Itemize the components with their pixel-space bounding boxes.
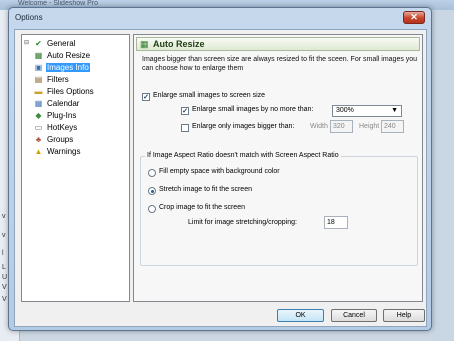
tree-item-label: General <box>47 39 76 48</box>
zoom-limit-value: 300% <box>336 107 354 114</box>
tree-collapse-icon[interactable]: ⊟ <box>24 39 29 46</box>
plug-icon: ◆ <box>35 111 42 120</box>
crop-image-label: Crop image to fit the screen <box>159 204 245 211</box>
background-mark: v <box>2 232 6 239</box>
limit-input[interactable]: 18 <box>324 216 348 229</box>
tree-item-label: Plug-Ins <box>47 111 77 120</box>
tree-item-label: Filters <box>47 75 69 84</box>
tree-item-auto-resize[interactable]: ▦ Auto Resize <box>34 50 91 61</box>
enlarge-only-label: Enlarge only images bigger than: <box>192 123 295 130</box>
auto-resize-pane: ▦ Auto Resize Images bigger than screen … <box>133 34 423 302</box>
tree-item-label: Auto Resize <box>47 51 91 60</box>
background-right-strip <box>432 10 454 341</box>
checkmark-icon: ✔ <box>35 39 42 48</box>
tree-item-label: Warnings <box>47 147 81 156</box>
tree-item-plug-ins[interactable]: ◆ Plug-Ins <box>34 110 77 121</box>
warning-icon: ▲ <box>34 147 43 156</box>
image-info-icon: ▣ <box>34 63 43 72</box>
background-mark: v <box>2 213 6 220</box>
resize-grid-icon: ▦ <box>140 39 149 49</box>
options-dialog: Options ✕ ⊟ ✔ General ▦ Auto Resize ▣ Im… <box>8 7 432 331</box>
resize-grid-icon: ▦ <box>34 51 43 60</box>
tree-item-calendar[interactable]: ▦ Calendar <box>34 98 80 109</box>
background-mark: l <box>2 250 4 257</box>
tree-item-hotkeys[interactable]: ▭ HotKeys <box>34 122 78 133</box>
tree-item-label: Groups <box>47 135 74 144</box>
dialog-body: ⊟ ✔ General ▦ Auto Resize ▣ Images Info … <box>14 29 427 327</box>
options-tree: ⊟ ✔ General ▦ Auto Resize ▣ Images Info … <box>21 34 130 302</box>
limit-label: Limit for image stretching/cropping: <box>188 219 297 226</box>
background-mark: L <box>2 264 6 271</box>
tree-item-images-info[interactable]: ▣ Images Info <box>34 62 90 73</box>
chevron-down-icon: ▼ <box>391 107 398 114</box>
tree-item-warnings[interactable]: ▲ Warnings <box>34 146 82 157</box>
cancel-button[interactable]: Cancel <box>331 309 377 322</box>
enlarge-by-checkbox[interactable]: ✓ <box>181 107 189 115</box>
ok-button[interactable]: OK <box>277 309 324 322</box>
width-label: Width <box>310 123 328 130</box>
enlarge-only-checkbox[interactable] <box>181 124 189 132</box>
pane-title: Auto Resize <box>153 39 205 49</box>
stretch-image-radio[interactable] <box>148 187 156 195</box>
close-button[interactable]: ✕ <box>403 11 425 24</box>
background-mark: V <box>2 284 7 291</box>
enlarge-small-label: Enlarge small images to screen size <box>153 92 266 99</box>
tree-item-files-options[interactable]: ▬ Files Options <box>34 86 95 97</box>
tree-item-label: Files Options <box>47 87 94 96</box>
calendar-icon: ▦ <box>34 99 43 108</box>
tree-item-label: Calendar <box>47 99 80 108</box>
background-title: Welcome - Slideshow Pro <box>18 0 99 7</box>
crop-image-radio[interactable] <box>148 205 156 213</box>
pane-header: ▦ Auto Resize <box>136 37 420 51</box>
folder-icon: ▬ <box>34 87 43 96</box>
fill-background-radio[interactable] <box>148 169 156 177</box>
background-mark: V <box>2 296 7 303</box>
help-button[interactable]: Help <box>383 309 425 322</box>
tree-item-groups[interactable]: ♣ Groups <box>34 134 74 145</box>
enlarge-by-label: Enlarge small images by no more than: <box>192 106 314 113</box>
enlarge-small-checkbox[interactable]: ✓ <box>142 93 150 101</box>
height-label: Height <box>359 123 380 130</box>
close-icon: ✕ <box>410 12 418 22</box>
dialog-title: Options <box>15 13 43 22</box>
fill-background-label: Fill empty space with background color <box>159 168 280 175</box>
zoom-limit-select[interactable]: 300% ▼ <box>332 105 402 117</box>
tree-item-label: HotKeys <box>47 123 78 132</box>
tree-item-filters[interactable]: ▤ Filters <box>34 74 70 85</box>
stretch-image-label: Stretch image to fit the screen <box>159 186 252 193</box>
pane-description: Images bigger than screen size are alway… <box>142 56 418 72</box>
tree-item-general[interactable]: ✔ General <box>34 38 76 49</box>
width-input[interactable]: 320 <box>330 120 353 133</box>
background-mark: U <box>2 274 8 281</box>
groups-icon: ♣ <box>35 135 42 144</box>
height-input[interactable]: 240 <box>381 120 404 133</box>
keyboard-icon: ▭ <box>34 123 43 132</box>
filter-icon: ▤ <box>34 75 43 84</box>
tree-item-label: Images Info <box>46 63 90 72</box>
aspect-ratio-group-title: If Image Aspect Ratio doesn't match with… <box>145 152 341 159</box>
